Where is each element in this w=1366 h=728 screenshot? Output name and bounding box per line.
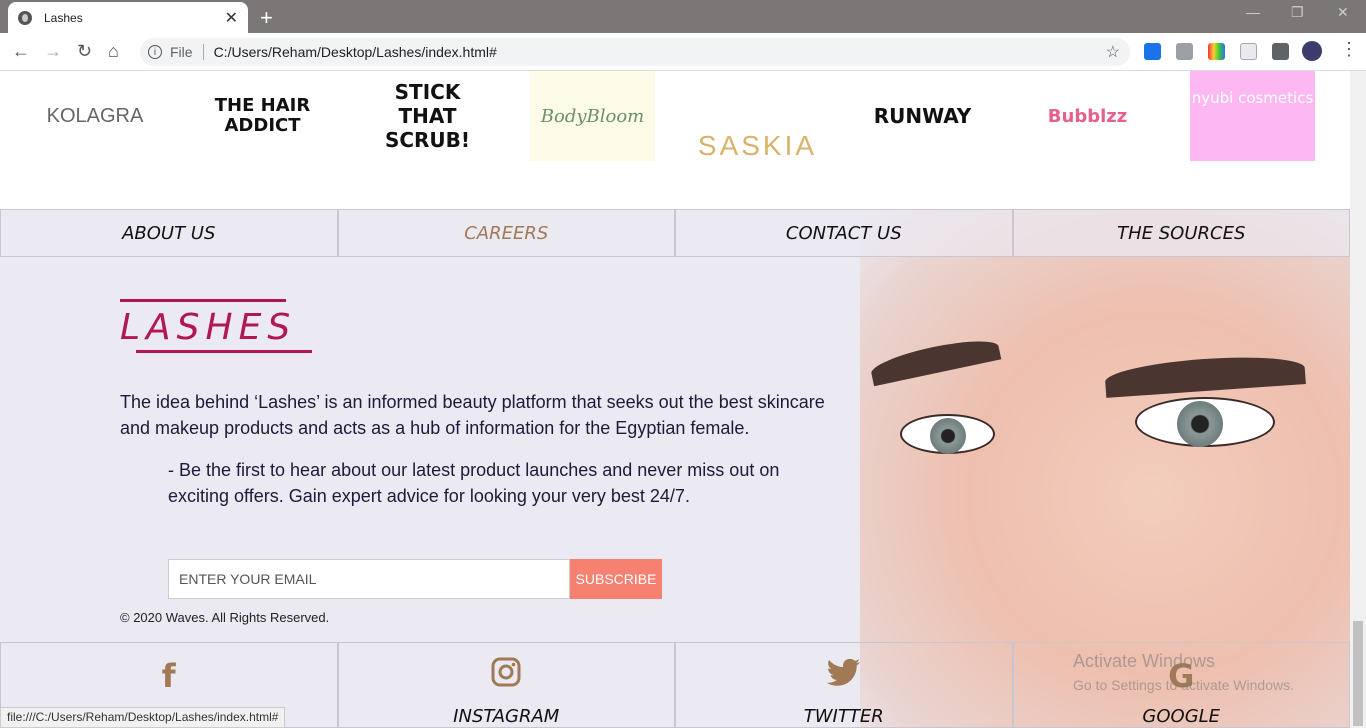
extensions-puzzle-icon[interactable] [1272, 43, 1289, 60]
browser-toolbar: ← → ↻ ⌂ i File C:/Users/Reham/Desktop/La… [0, 33, 1366, 71]
eyebrow-right [1104, 352, 1306, 398]
close-tab-icon[interactable]: ✕ [225, 8, 238, 28]
page-scrollbar[interactable] [1350, 71, 1366, 728]
twitter-icon [826, 657, 861, 695]
minimize-icon[interactable]: — [1246, 4, 1260, 20]
newsletter-paragraph: - Be the first to hear about our latest … [168, 460, 780, 506]
close-window-icon[interactable]: ✕ [1337, 4, 1349, 21]
social-instagram[interactable]: INSTAGRAM [337, 642, 675, 728]
facebook-icon: f [161, 657, 176, 695]
brand-logo-kolagra[interactable]: KOLAGRA [40, 71, 150, 161]
page-extension-icon[interactable] [1240, 43, 1257, 60]
about-paragraph: The idea behind ‘Lashes’ is an informed … [120, 392, 825, 438]
camera-extension-icon[interactable] [1176, 43, 1193, 60]
browser-tab[interactable]: Lashes ✕ [8, 2, 248, 33]
logo-line-bottom [136, 350, 312, 353]
url-text[interactable]: C:/Users/Reham/Desktop/Lashes/index.html… [214, 44, 497, 60]
globe-icon [18, 10, 32, 25]
profile-avatar[interactable] [1302, 41, 1322, 61]
restore-icon[interactable]: ❐ [1291, 4, 1304, 21]
eye-right [1135, 397, 1275, 447]
download-extension-icon[interactable] [1144, 43, 1161, 60]
brand-logo-runway[interactable]: RUNWAY [860, 71, 985, 161]
menu-dots-icon[interactable]: ⋮ [1340, 39, 1358, 60]
brand-logos-strip: KOLAGRA THE HAIR ADDICT STICK THAT SCRUB… [0, 71, 1350, 209]
nav-careers[interactable]: CAREERS [337, 209, 675, 257]
brand-logo-bodybloom[interactable]: BodyBloom [530, 71, 655, 161]
brand-logo-saskia[interactable]: SASKIA [695, 71, 820, 161]
subscribe-button[interactable]: SUBSCRIBE [570, 559, 662, 599]
copyright-text: © 2020 Waves. All Rights Reserved. [120, 610, 330, 625]
social-label: INSTAGRAM [453, 706, 560, 727]
eye-left [900, 414, 995, 454]
nav-contact-us[interactable]: CONTACT US [675, 209, 1013, 257]
brand-logo-stick-that-scrub[interactable]: STICK THAT SCRUB! [365, 71, 490, 161]
brand-logo-bubblzz[interactable]: Bubblzz [1025, 71, 1150, 161]
page-viewport: KOLAGRA THE HAIR ADDICT STICK THAT SCRUB… [0, 71, 1350, 728]
address-bar[interactable]: i File C:/Users/Reham/Desktop/Lashes/ind… [140, 38, 1130, 66]
social-label: TWITTER [803, 706, 884, 727]
reload-icon[interactable]: ↻ [77, 41, 92, 62]
social-twitter[interactable]: TWITTER [675, 642, 1013, 728]
bookmark-star-icon[interactable]: ☆ [1106, 42, 1120, 62]
social-label: GOOGLE [1142, 706, 1221, 727]
activate-windows-subtitle: Go to Settings to activate Windows. [1073, 677, 1294, 693]
back-icon[interactable]: ← [12, 41, 30, 62]
logo-text: LASHES [120, 307, 297, 348]
activate-windows-title: Activate Windows [1073, 651, 1216, 671]
instagram-icon [491, 657, 521, 695]
nav-the-sources[interactable]: THE SOURCES [1012, 209, 1350, 257]
status-bar-url: file:///C:/Users/Reham/Desktop/Lashes/in… [0, 707, 286, 728]
home-icon[interactable]: ⌂ [108, 41, 119, 62]
footer-nav: ABOUT US CAREERS CONTACT US THE SOURCES [0, 209, 1350, 257]
brand-logo-hair-addict[interactable]: THE HAIR ADDICT [200, 71, 325, 161]
color-picker-extension-icon[interactable] [1208, 43, 1225, 60]
info-icon[interactable]: i [148, 45, 162, 59]
email-input[interactable] [168, 559, 570, 599]
url-scheme-label: File [170, 44, 204, 60]
forward-icon[interactable]: → [44, 41, 62, 62]
nav-about-us[interactable]: ABOUT US [0, 209, 338, 257]
browser-tab-strip: Lashes ✕ + — ❐ ✕ [0, 0, 1366, 33]
logo-line-top [120, 299, 286, 302]
tab-title: Lashes [44, 10, 83, 25]
scrollbar-thumb[interactable] [1353, 621, 1363, 726]
brand-logo-nyubi[interactable]: nyubi cosmetics [1190, 71, 1315, 161]
eyebrow-left [868, 333, 1002, 387]
new-tab-button[interactable]: + [260, 5, 273, 31]
